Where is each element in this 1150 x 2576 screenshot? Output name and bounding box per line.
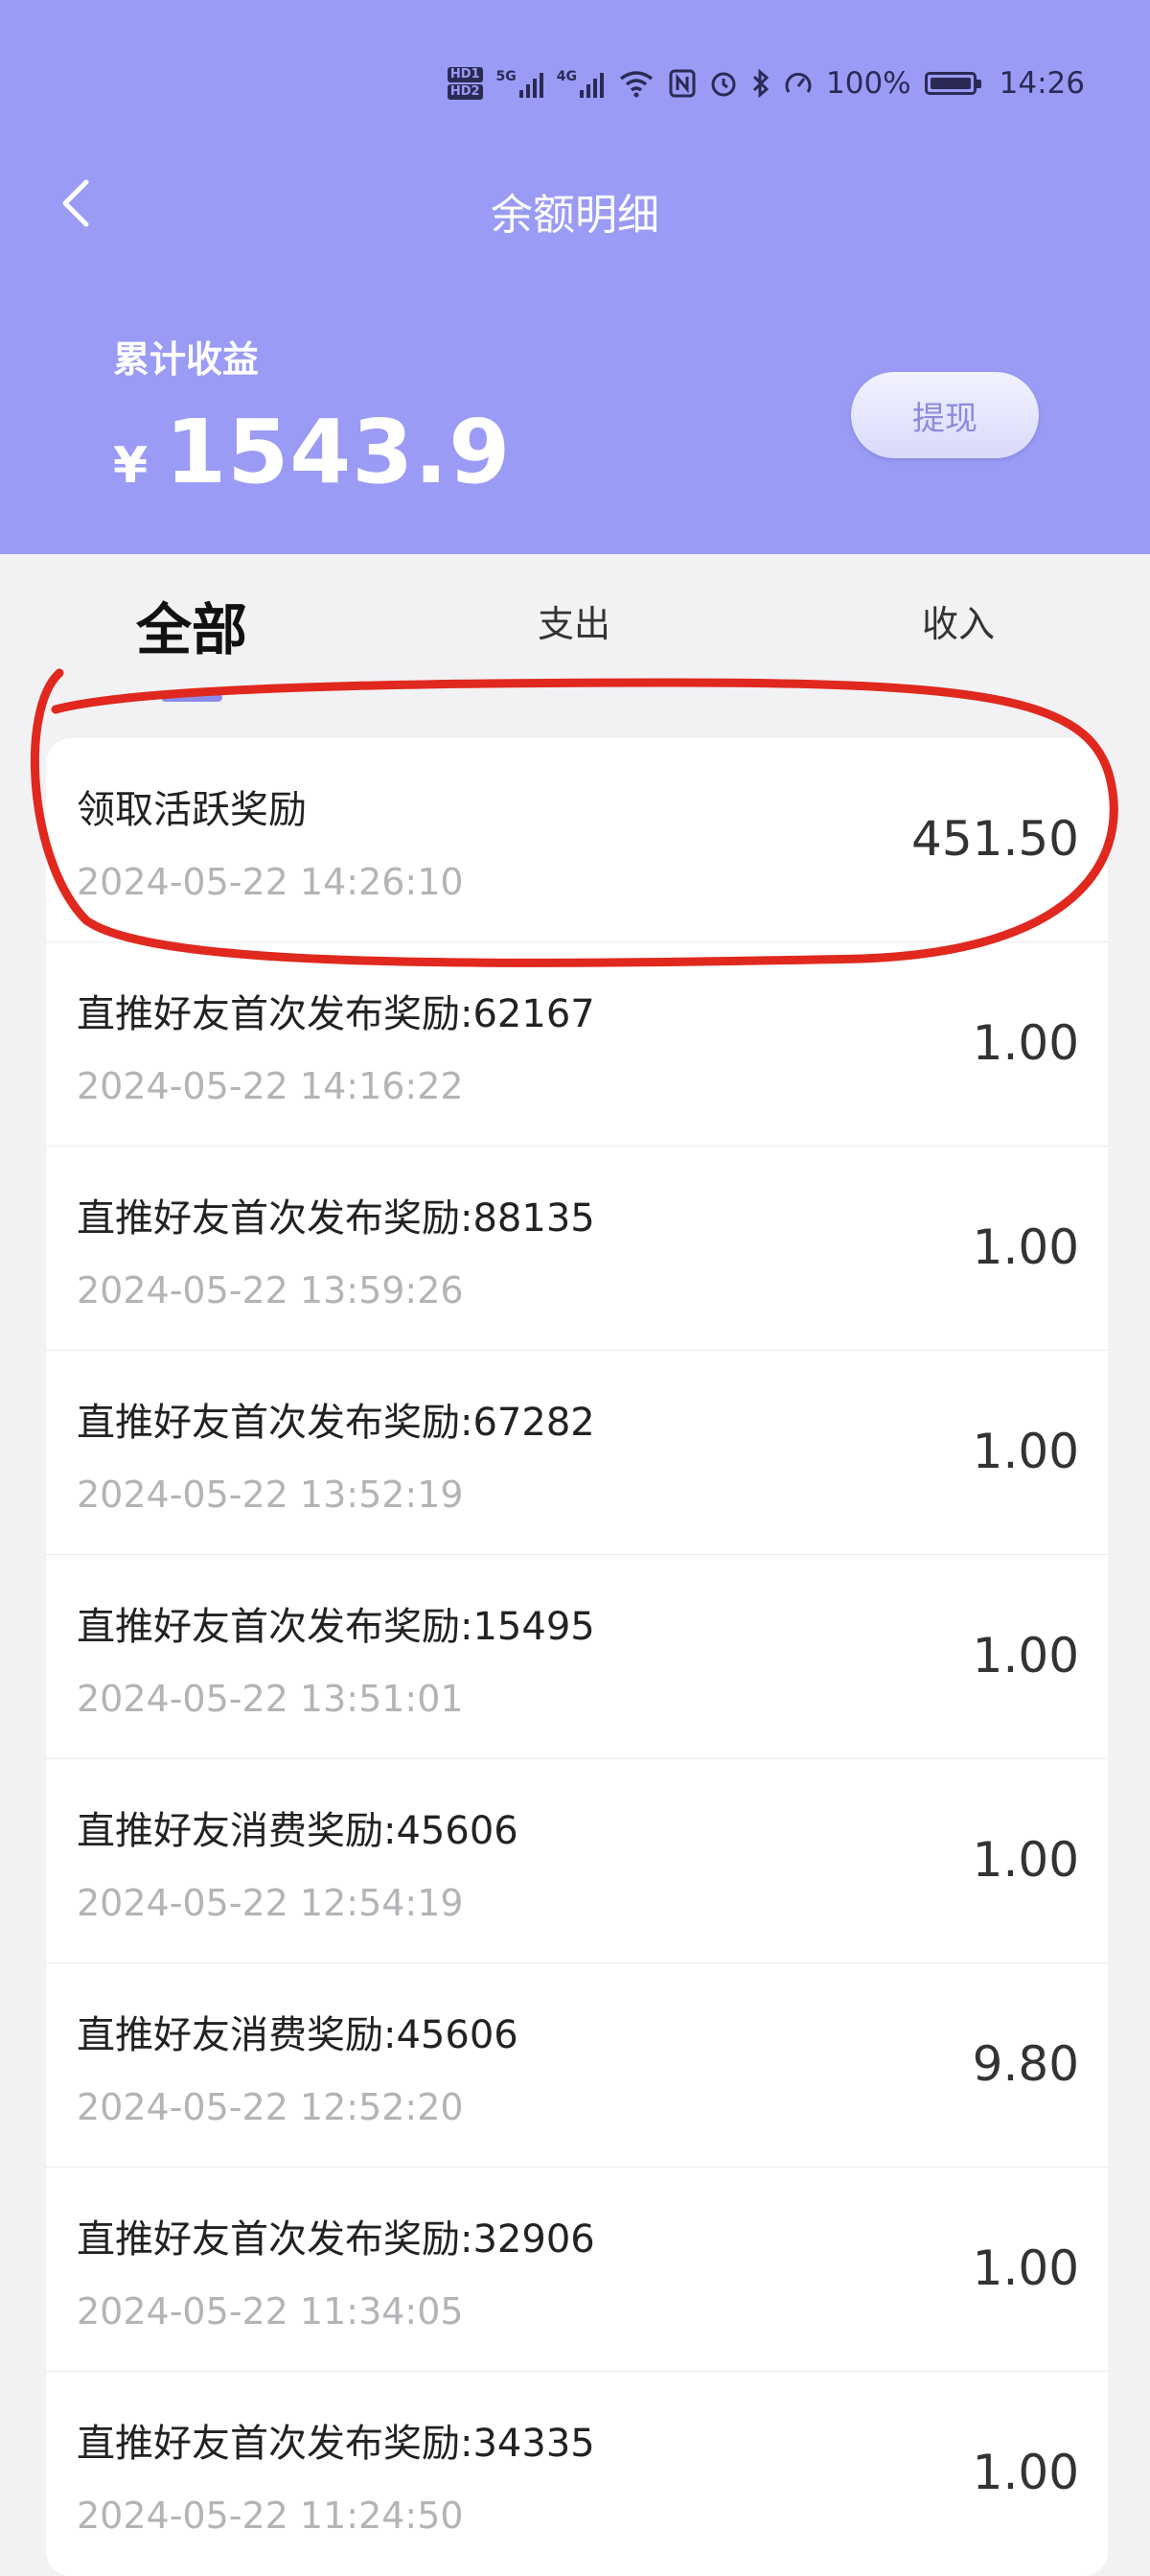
record-title: 直推好友首次发布奖励:88135 (77, 1196, 595, 1241)
record-amount: 1.00 (972, 2240, 1079, 2296)
record-title: 直推好友首次发布奖励:62167 (77, 992, 595, 1036)
record-time: 2024-05-22 11:24:50 (77, 2495, 464, 2537)
hd-badges: HD1 HD2 (447, 67, 483, 100)
record-time: 2024-05-22 14:16:22 (77, 1065, 464, 1107)
record-amount: 1.00 (972, 2445, 1079, 2500)
currency-symbol: ¥ (113, 437, 149, 495)
record-time: 2024-05-22 12:54:19 (77, 1882, 464, 1924)
record-time: 2024-05-22 12:52:20 (77, 2086, 464, 2128)
balance-record-list: 领取活跃奖励 2024-05-22 14:26:10 451.50 直推好友首次发布奖… (46, 738, 1108, 2576)
record-amount: 451.50 (911, 811, 1079, 867)
record-title: 直推好友首次发布奖励:67282 (77, 1401, 595, 1445)
record-title: 直推好友首次发布奖励:15495 (77, 1605, 595, 1649)
withdraw-button[interactable]: 提现 (851, 372, 1039, 458)
net2-label: 4G (556, 69, 578, 84)
battery-percent: 100% (826, 66, 911, 101)
signal-5g-icon: 5G (496, 69, 543, 98)
active-tab-indicator (161, 693, 222, 702)
record-title: 直推好友消费奖励:45606 (77, 1809, 518, 1853)
speed-icon (784, 69, 813, 98)
record-amount: 1.00 (972, 1015, 1079, 1071)
record-row[interactable]: 领取活跃奖励 2024-05-22 14:26:10 451.50 (46, 738, 1108, 942)
status-bar: HD1 HD2 5G 4G 100% 14:26 (447, 59, 1085, 107)
bluetooth-icon (751, 69, 770, 98)
hd2-badge: HD2 (447, 84, 483, 100)
record-row[interactable]: 直推好友消费奖励:45606 2024-05-22 12:54:19 1.00 (46, 1759, 1108, 1963)
record-title: 直推好友首次发布奖励:34335 (77, 2422, 595, 2466)
record-row[interactable]: 直推好友首次发布奖励:88135 2024-05-22 13:59:26 1.00 (46, 1147, 1108, 1351)
wifi-icon (617, 69, 656, 98)
filter-tabs: 全部 支出 收入 (0, 594, 1150, 709)
earnings-amount: ¥ 1543.9 (113, 401, 511, 503)
record-row[interactable]: 直推好友首次发布奖励:32906 2024-05-22 11:34:05 1.00 (46, 2168, 1108, 2372)
alarm-icon (709, 69, 738, 98)
record-row[interactable]: 直推好友首次发布奖励:15495 2024-05-22 13:51:01 1.00 (46, 1555, 1108, 1759)
record-time: 2024-05-22 13:51:01 (77, 1678, 464, 1720)
tab-expense[interactable]: 支出 (538, 594, 610, 647)
record-row[interactable]: 直推好友首次发布奖励:62167 2024-05-22 14:16:22 1.00 (46, 942, 1108, 1147)
nfc-icon (669, 69, 696, 98)
record-time: 2024-05-22 13:59:26 (77, 1269, 464, 1311)
record-amount: 1.00 (972, 1832, 1079, 1888)
record-time: 2024-05-22 13:52:19 (77, 1474, 464, 1516)
record-row[interactable]: 直推好友首次发布奖励:34335 2024-05-22 11:24:50 1.00 (46, 2372, 1108, 2576)
signal-4g-icon: 4G (556, 69, 605, 98)
record-title: 直推好友消费奖励:45606 (77, 2013, 518, 2057)
record-title: 领取活跃奖励 (77, 788, 307, 832)
record-amount: 1.00 (972, 1424, 1079, 1479)
battery-icon (924, 72, 981, 95)
record-time: 2024-05-22 11:34:05 (77, 2290, 464, 2332)
record-amount: 9.80 (972, 2036, 1079, 2092)
record-title: 直推好友首次发布奖励:32906 (77, 2217, 595, 2262)
header-bar: HD1 HD2 5G 4G 100% 14:26 余额明细 累计收益 ¥ 154… (0, 0, 1150, 554)
hd1-badge: HD1 (447, 67, 483, 82)
net1-label: 5G (495, 69, 517, 84)
record-amount: 1.00 (972, 1628, 1079, 1683)
clock-time: 14:26 (999, 66, 1085, 101)
tab-income[interactable]: 收入 (922, 594, 995, 647)
tab-all[interactable]: 全部 (136, 585, 247, 665)
earnings-value: 1543.9 (165, 401, 512, 503)
record-amount: 1.00 (972, 1219, 1079, 1275)
record-time: 2024-05-22 14:26:10 (77, 861, 464, 903)
earnings-label: 累计收益 (113, 338, 260, 381)
record-row[interactable]: 直推好友消费奖励:45606 2024-05-22 12:52:20 9.80 (46, 1963, 1108, 2168)
page-title: 余额明细 (491, 191, 659, 240)
record-row[interactable]: 直推好友首次发布奖励:67282 2024-05-22 13:52:19 1.00 (46, 1351, 1108, 1555)
